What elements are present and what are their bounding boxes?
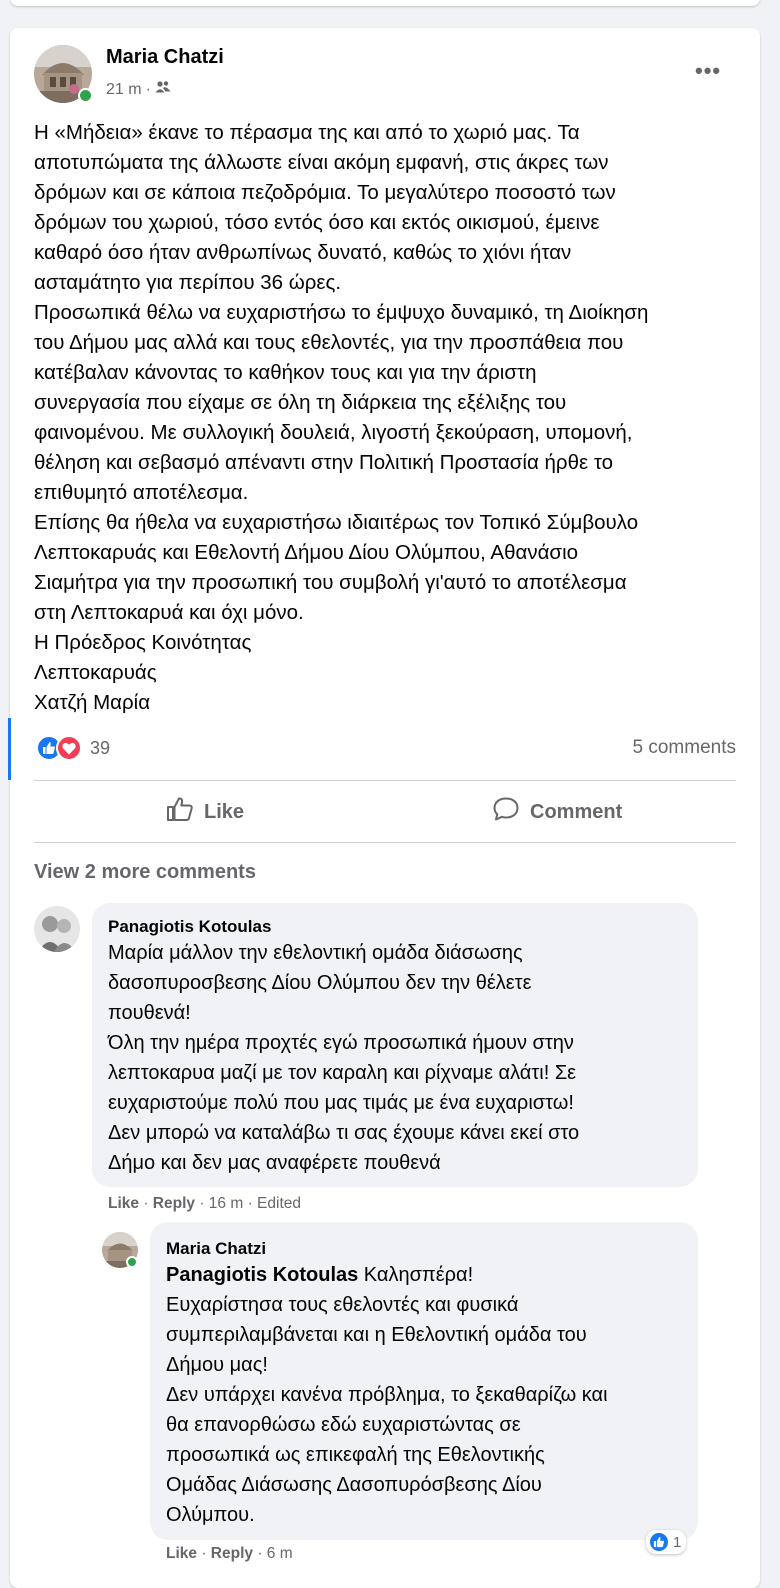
post-text-line: Επίσης θα ήθελα να ευχαριστήσω ιδιαιτέρω… xyxy=(34,511,639,534)
comments-count-link[interactable]: 5 comments xyxy=(633,737,736,759)
reply-text-line: προσωπικά ως επικεφαλή της Εθελοντικής xyxy=(166,1444,545,1466)
reply-text-line: συμπεριλαμβάνεται και η Εθελοντική ομάδα… xyxy=(166,1324,587,1346)
reply-reaction-badge[interactable]: 1 xyxy=(646,1530,687,1554)
comment-text-line: Όλη την ημέρα προχτές εγώ προσωπικά ήμου… xyxy=(108,1032,574,1054)
reply-text-line: Ολύμπου. xyxy=(166,1504,255,1526)
view-more-comments-link[interactable]: View 2 more comments xyxy=(34,861,256,884)
post-text-line: Λεπτοκαρυάς και Εθελοντή Δήμου Δίου Ολύμ… xyxy=(34,541,579,564)
comment-button[interactable]: Comment xyxy=(492,796,622,828)
reply-greeting: Καλησπέρα! xyxy=(358,1264,474,1286)
like-button[interactable]: Like xyxy=(166,796,244,828)
reply-text-line: Δεν υπάρχει κανένα πρόβλημα, το ξεκαθαρί… xyxy=(166,1384,608,1406)
reply-reply-link[interactable]: Reply xyxy=(211,1545,253,1562)
reaction-count: 39 xyxy=(90,737,111,758)
post-text-line: επιθυμητό αποτέλεσμα. xyxy=(34,481,249,504)
post-text-line: στη Λεπτοκαρυά και όχι μόνο. xyxy=(34,601,304,624)
divider-bottom xyxy=(34,842,736,843)
reply-text-line: θα επανορθώσω εδώ ευχαριστώντας σε xyxy=(166,1414,521,1436)
reply-author[interactable]: Maria Chatzi xyxy=(166,1239,266,1259)
mention-link[interactable]: Panagiotis Kotoulas xyxy=(166,1264,358,1286)
reply-text-line: Δήμου μας! xyxy=(166,1354,268,1376)
meta-separator: · xyxy=(145,80,151,98)
post-text-line: συνεργασία που είχαμε σε όλη τη διάρκεια… xyxy=(34,391,567,414)
reply-body: Ευχαρίστησα τους εθελοντές και φυσικά συμ… xyxy=(166,1290,608,1526)
thumbs-up-icon xyxy=(166,796,194,828)
post-text-line: θέληση και σεβασμό απέναντι στην Πολιτικ… xyxy=(34,451,614,474)
post-author-name[interactable]: Maria Chatzi xyxy=(106,46,224,69)
separator: · xyxy=(201,1545,211,1562)
previous-post-card xyxy=(10,0,760,6)
post-text-line: δρόμων του χωριού, τόσο εντός όσο και εκ… xyxy=(34,211,600,234)
post-text-line: κατέβαλαν κάνοντας το καθήκον τους και γ… xyxy=(34,361,537,384)
comment-text: Μαρία μάλλον την εθελοντική ομάδα διάσωσ… xyxy=(108,938,579,1178)
comment-bubble-icon xyxy=(492,796,520,828)
reply-bubble: Maria Chatzi Panagiotis Kotoulas Καλησπέ… xyxy=(150,1222,698,1540)
separator: · xyxy=(257,1545,267,1562)
post-text-line: Λεπτοκαρυάς xyxy=(34,661,157,684)
more-options-icon[interactable]: ••• xyxy=(695,58,721,84)
online-status-dot xyxy=(78,88,93,103)
reply-actions: Like · Reply · 6 m xyxy=(166,1545,293,1563)
separator: · xyxy=(247,1195,258,1212)
post-text-line: του Δήμου μας αλλά και τους εθελοντές, γ… xyxy=(34,331,624,354)
post-meta: 21 m · xyxy=(106,80,171,99)
comment-text-line: Δεν μπορώ να καταλάβω τι σας έχουμε κάνε… xyxy=(108,1122,580,1144)
comment-reply-link[interactable]: Reply xyxy=(153,1195,195,1212)
post-text-line: φαινομένου. Με συλλογική δουλειά, λιγοστ… xyxy=(34,421,633,444)
post-text-line: αποτυπώματα της άλλωστε είναι ακόμη εμφα… xyxy=(34,151,609,174)
comment-bubble: Panagiotis Kotoulas Μαρία μάλλον την εθε… xyxy=(92,903,698,1187)
reply-like-link[interactable]: Like xyxy=(166,1545,197,1562)
focus-indicator xyxy=(8,718,11,780)
separator: · xyxy=(143,1195,153,1212)
comment-text-line: λεπτοκαρυα μαζί με τον καραλη και ρίχναμ… xyxy=(108,1062,577,1084)
edited-label[interactable]: Edited xyxy=(257,1195,301,1212)
comment-time[interactable]: 16 m xyxy=(209,1195,243,1212)
comment-actions: Like · Reply · 16 m · Edited xyxy=(108,1195,301,1213)
comment-text-line: ευχαριστούμε πολύ που μας τιμάς με ένα ε… xyxy=(108,1092,574,1114)
separator: · xyxy=(199,1195,209,1212)
post-text-line: Σιαμήτρα για την προσωπική του συμβολή γ… xyxy=(34,571,627,594)
comment-text-line: Δήμο και δεν μας αναφέρετε πουθενά xyxy=(108,1152,441,1174)
post-text-line: Προσωπικά θέλω να ευχαριστήσω το έμψυχο … xyxy=(34,301,649,324)
divider-top xyxy=(34,780,736,781)
like-label: Like xyxy=(204,800,245,823)
commenter-avatar[interactable] xyxy=(34,906,80,952)
reply-reaction-count: 1 xyxy=(673,1533,682,1551)
audience-friends-icon[interactable] xyxy=(155,80,171,99)
reply-text-line: Ομάδας Διάσωσης Δασοπυρόσβεσης Δίου xyxy=(166,1474,542,1496)
reply-text-line: Ευχαρίστησα τους εθελοντές και φυσικά xyxy=(166,1294,519,1316)
post-time[interactable]: 21 m xyxy=(106,81,142,99)
reply-first-line: Panagiotis Kotoulas Καλησπέρα! xyxy=(166,1260,608,1290)
post-text-line: Χατζή Μαρία xyxy=(34,691,151,714)
post-text-line: ασταμάτητο για περίπου 36 ώρες. xyxy=(34,271,342,294)
comment-author[interactable]: Panagiotis Kotoulas xyxy=(108,917,271,937)
reply-text: Panagiotis Kotoulas Καλησπέρα! Ευχαρίστη… xyxy=(166,1260,608,1526)
post-text-line: δρόμων και σε κάποια πεζοδρόμια. Το μεγα… xyxy=(34,181,616,204)
comment-text-line: Μαρία μάλλον την εθελοντική ομάδα διάσωσ… xyxy=(108,942,523,964)
like-reaction-icon xyxy=(648,1531,670,1553)
post-text-line: Η Πρόεδρος Κοινότητας xyxy=(34,631,252,654)
comment-text-line: δασοπυροσβεσης Δίου Ολύμπου δεν την θέλε… xyxy=(108,972,532,994)
love-reaction-icon xyxy=(56,735,82,761)
comment-text-line: πουθενά! xyxy=(108,1002,191,1024)
comment-label: Comment xyxy=(530,800,623,823)
post-text-line: Η «Μήδεια» έκανε το πέρασμα της και από … xyxy=(34,121,580,144)
post-body: Η «Μήδεια» έκανε το πέρασμα της και από … xyxy=(34,118,744,718)
online-status-dot xyxy=(126,1256,138,1268)
reaction-summary[interactable]: 39 xyxy=(36,735,110,761)
comment-like-link[interactable]: Like xyxy=(108,1195,139,1212)
reply-time[interactable]: 6 m xyxy=(267,1545,293,1562)
post-text-line: καθαρό όσο ήταν ανθρωπίνως δυνατό, καθώς… xyxy=(34,241,572,264)
